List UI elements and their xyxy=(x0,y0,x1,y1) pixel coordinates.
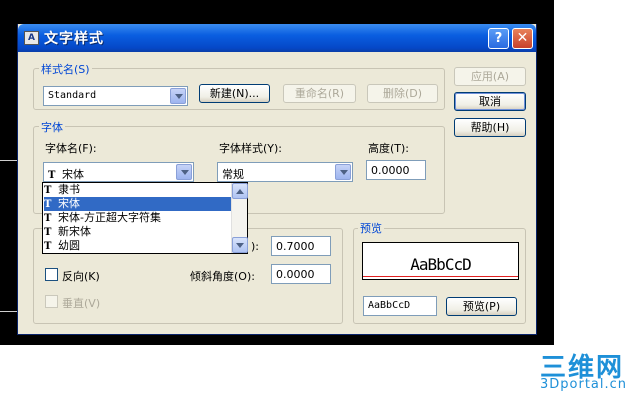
height-label: 高度(T): xyxy=(368,142,410,155)
dropdown-item-selected[interactable]: T 宋体 xyxy=(44,197,232,211)
style-name-value: Standard xyxy=(48,90,97,101)
font-name-dropdown-list[interactable]: T 隶书 T 宋体 T 宋体-方正超大字符集 T 新宋体 T 幼圆 xyxy=(42,182,248,254)
font-name-combo[interactable]: T 宋体 xyxy=(43,162,194,182)
delete-style-button[interactable]: 删除(D) xyxy=(367,84,438,103)
preview-canvas: AaBbCcD xyxy=(362,242,519,280)
rename-style-button[interactable]: 重命名(R) xyxy=(283,84,356,103)
dropdown-item[interactable]: T 新宋体 xyxy=(44,225,232,239)
preview-sample-text: AaBbCcD xyxy=(410,255,471,274)
text-style-dialog: A 文字样式 ? ✕ 样式名(S) Standard 新建(N)... 重命名(… xyxy=(17,24,537,335)
truetype-icon: T xyxy=(44,199,52,210)
preview-group-label: 预览 xyxy=(358,220,384,236)
oblique-angle-input[interactable]: 0.0000 xyxy=(271,264,331,284)
width-factor-label: ): xyxy=(251,240,259,253)
font-group-label: 字体 xyxy=(39,119,65,135)
background-line xyxy=(0,160,18,161)
font-name-text: 宋体 xyxy=(62,168,84,181)
window-title: 文字样式 xyxy=(44,31,104,47)
preview-button[interactable]: 预览(P) xyxy=(446,297,517,316)
backwards-checkbox[interactable] xyxy=(45,268,58,281)
help-button[interactable]: 帮助(H) xyxy=(454,118,526,137)
font-style-combo[interactable]: 常规 xyxy=(217,162,353,182)
title-bar[interactable]: A 文字样式 ? ✕ xyxy=(18,24,536,52)
vertical-label: 垂直(V) xyxy=(62,297,101,310)
truetype-icon: T xyxy=(48,170,56,181)
scroll-down-icon[interactable] xyxy=(232,237,248,253)
oblique-angle-label: 倾斜角度(O): xyxy=(190,270,255,283)
preview-text-input[interactable]: AaBbCcD xyxy=(363,296,437,316)
background-line xyxy=(0,311,18,312)
style-name-combo[interactable]: Standard xyxy=(43,86,188,106)
vertical-checkbox[interactable] xyxy=(45,295,58,308)
watermark-url: 3Dportal.cn xyxy=(540,377,628,392)
dropdown-item[interactable]: T 宋体-方正超大字符集 xyxy=(44,211,232,225)
height-input[interactable]: 0.0000 xyxy=(366,160,426,180)
truetype-icon: T xyxy=(44,227,52,238)
font-style-value: 常规 xyxy=(222,168,244,181)
preview-baseline xyxy=(363,276,518,277)
backwards-label: 反向(K) xyxy=(62,270,100,283)
font-style-label: 字体样式(Y): xyxy=(219,142,283,155)
width-factor-input[interactable]: 0.7000 xyxy=(271,236,331,256)
dropdown-item[interactable]: T 隶书 xyxy=(44,183,232,197)
watermark-logo: 三维网 3Dportal.cn xyxy=(538,347,638,399)
truetype-icon: T xyxy=(44,241,52,252)
font-name-label: 字体名(F): xyxy=(45,142,97,155)
dropdown-item[interactable]: T 幼圆 xyxy=(44,239,232,253)
new-style-button[interactable]: 新建(N)... xyxy=(199,84,270,103)
chevron-down-icon[interactable] xyxy=(176,164,192,180)
app-icon: A xyxy=(24,31,39,45)
close-button[interactable]: ✕ xyxy=(512,28,533,49)
truetype-icon: T xyxy=(44,213,52,224)
cancel-button[interactable]: 取消 xyxy=(454,92,526,111)
apply-button[interactable]: 应用(A) xyxy=(454,67,526,86)
truetype-icon: T xyxy=(44,185,52,196)
dropdown-scrollbar[interactable] xyxy=(231,183,248,253)
style-name-group-label: 样式名(S) xyxy=(39,61,92,77)
chevron-down-icon[interactable] xyxy=(335,164,351,180)
font-name-value: T 宋体 xyxy=(48,166,84,182)
chevron-down-icon[interactable] xyxy=(170,88,186,104)
scroll-up-icon[interactable] xyxy=(232,183,248,199)
help-title-button[interactable]: ? xyxy=(488,28,509,49)
